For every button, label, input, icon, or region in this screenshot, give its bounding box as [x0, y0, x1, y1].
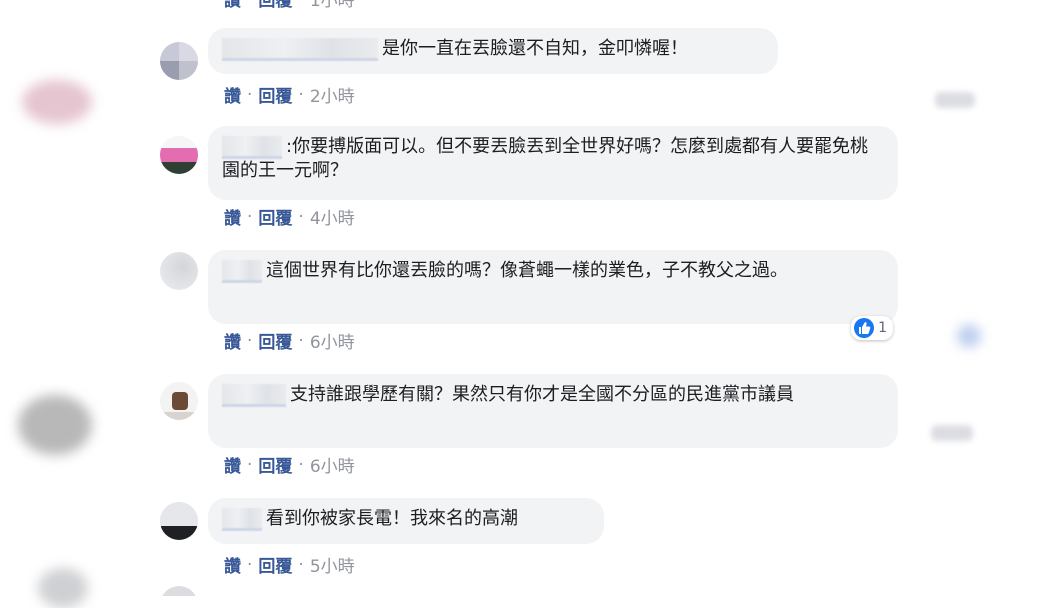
reply-link[interactable]: 回覆: [258, 552, 292, 577]
commenter-name[interactable]: [222, 259, 262, 283]
reaction-count[interactable]: 1: [851, 316, 893, 340]
comment-actions: 讚 · 回覆 · 5小時: [224, 552, 355, 578]
timestamp[interactable]: 1小時: [310, 0, 355, 11]
avatar[interactable]: [160, 502, 198, 540]
commenter-name[interactable]: [222, 383, 286, 407]
comment-bubble: 這個世界有比你還丟臉的嗎？像蒼蠅一樣的業色，子不教父之過。: [208, 250, 898, 324]
comment-bubble: :你要搏版面可以。但不要丟臉丟到全世界好嗎？怎麼到處都有人要罷免桃園的王一元啊？: [208, 126, 898, 200]
reply-link[interactable]: 回覆: [258, 204, 292, 229]
comment-bubble: 看到你被家長電！我來名的高潮: [208, 498, 604, 544]
blurred-avatar: [18, 395, 92, 455]
comment-actions-partial: 讚 · 回覆 · 1小時: [224, 0, 355, 11]
reply-link[interactable]: 回覆: [258, 0, 292, 11]
like-link[interactable]: 讚: [224, 204, 241, 229]
timestamp[interactable]: 6小時: [310, 328, 355, 353]
like-link[interactable]: 讚: [224, 0, 241, 11]
reply-link[interactable]: 回覆: [258, 328, 292, 353]
comment-text: 看到你被家長電！我來名的高潮: [266, 508, 518, 529]
like-link[interactable]: 讚: [224, 82, 241, 107]
comment-feed: 讚 · 回覆 · 1小時 是你一直在丟臉還不自知，金叩憐喔！ 讚 · 回覆 · …: [130, 0, 925, 596]
comment-bubble: 支持誰跟學歷有關？果然只有你才是全國不分區的民進黨市議員: [208, 374, 898, 448]
blurred-reaction: [957, 325, 981, 347]
background-left: [0, 0, 130, 608]
reply-link[interactable]: 回覆: [258, 82, 292, 107]
blurred-text: [935, 92, 975, 108]
blurred-text: [931, 425, 973, 441]
comment-actions: 讚 · 回覆 · 4小時: [224, 204, 355, 230]
comment-text: 這個世界有比你還丟臉的嗎？像蒼蠅一樣的業色，子不教父之過。: [266, 260, 788, 281]
comment-text: 是你一直在丟臉還不自知，金叩憐喔！: [382, 38, 688, 59]
commenter-name[interactable]: [222, 37, 378, 61]
avatar-partial[interactable]: [160, 586, 198, 596]
blurred-avatar: [38, 568, 88, 608]
avatar[interactable]: [160, 136, 198, 174]
timestamp[interactable]: 6小時: [310, 452, 355, 477]
commenter-name[interactable]: [222, 135, 282, 159]
comment-text: :你要搏版面可以。但不要丟臉丟到全世界好嗎？怎麼到處都有人要罷免桃園的王一元啊？: [222, 136, 869, 181]
avatar[interactable]: [160, 252, 198, 290]
like-link[interactable]: 讚: [224, 452, 241, 477]
comment-text: 支持誰跟學歷有關？果然只有你才是全國不分區的民進黨市議員: [290, 384, 794, 405]
like-link[interactable]: 讚: [224, 552, 241, 577]
blurred-avatar: [22, 80, 92, 124]
reply-link[interactable]: 回覆: [258, 452, 292, 477]
reaction-number: 1: [878, 320, 887, 336]
comment-actions: 讚 · 回覆 · 6小時: [224, 328, 355, 354]
timestamp[interactable]: 4小時: [310, 204, 355, 229]
comment-actions: 讚 · 回覆 · 2小時: [224, 82, 355, 108]
timestamp[interactable]: 5小時: [310, 552, 355, 577]
comment-bubble: 是你一直在丟臉還不自知，金叩憐喔！: [208, 28, 778, 74]
avatar[interactable]: [160, 42, 198, 80]
commenter-name[interactable]: [222, 507, 262, 531]
thumbs-up-icon: [854, 318, 875, 338]
comment-actions: 讚 · 回覆 · 6小時: [224, 452, 355, 478]
like-link[interactable]: 讚: [224, 328, 241, 353]
background-right: [925, 0, 1060, 596]
timestamp[interactable]: 2小時: [310, 82, 355, 107]
avatar[interactable]: [160, 382, 198, 420]
